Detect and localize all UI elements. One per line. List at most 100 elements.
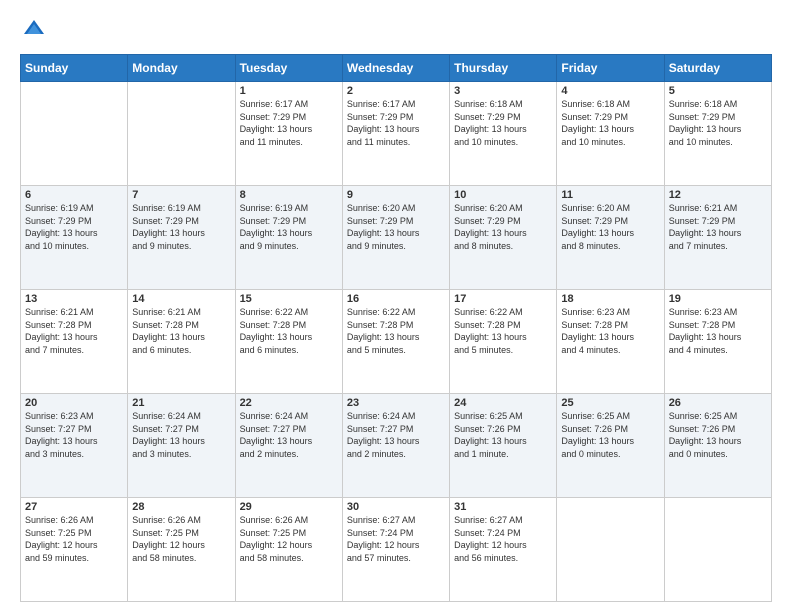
day-info: Sunrise: 6:23 AM Sunset: 7:28 PM Dayligh…: [669, 306, 767, 356]
day-info: Sunrise: 6:21 AM Sunset: 7:28 PM Dayligh…: [25, 306, 123, 356]
calendar-cell: 5Sunrise: 6:18 AM Sunset: 7:29 PM Daylig…: [664, 82, 771, 186]
logo-icon: [20, 16, 48, 44]
day-number: 18: [561, 293, 659, 305]
day-info: Sunrise: 6:22 AM Sunset: 7:28 PM Dayligh…: [454, 306, 552, 356]
day-number: 8: [240, 189, 338, 201]
day-number: 14: [132, 293, 230, 305]
day-info: Sunrise: 6:27 AM Sunset: 7:24 PM Dayligh…: [347, 514, 445, 564]
day-number: 29: [240, 501, 338, 513]
day-number: 7: [132, 189, 230, 201]
day-number: 3: [454, 85, 552, 97]
day-info: Sunrise: 6:19 AM Sunset: 7:29 PM Dayligh…: [240, 202, 338, 252]
calendar-cell: 29Sunrise: 6:26 AM Sunset: 7:25 PM Dayli…: [235, 498, 342, 602]
week-row-4: 20Sunrise: 6:23 AM Sunset: 7:27 PM Dayli…: [21, 394, 772, 498]
day-number: 17: [454, 293, 552, 305]
week-row-3: 13Sunrise: 6:21 AM Sunset: 7:28 PM Dayli…: [21, 290, 772, 394]
calendar-cell: 22Sunrise: 6:24 AM Sunset: 7:27 PM Dayli…: [235, 394, 342, 498]
day-number: 15: [240, 293, 338, 305]
calendar-cell: 4Sunrise: 6:18 AM Sunset: 7:29 PM Daylig…: [557, 82, 664, 186]
day-number: 9: [347, 189, 445, 201]
day-info: Sunrise: 6:22 AM Sunset: 7:28 PM Dayligh…: [240, 306, 338, 356]
week-row-2: 6 Sunrise: 6:19 AM Sunset: 7:29 PM Daylig…: [21, 186, 772, 290]
calendar-cell: 7Sunrise: 6:19 AM Sunset: 7:29 PM Daylig…: [128, 186, 235, 290]
week-row-1: 1Sunrise: 6:17 AM Sunset: 7:29 PM Daylig…: [21, 82, 772, 186]
day-number: 5: [669, 85, 767, 97]
day-number: 4: [561, 85, 659, 97]
day-info: Sunrise: 6:24 AM Sunset: 7:27 PM Dayligh…: [132, 410, 230, 460]
calendar-cell: 21Sunrise: 6:24 AM Sunset: 7:27 PM Dayli…: [128, 394, 235, 498]
calendar-cell: 8Sunrise: 6:19 AM Sunset: 7:29 PM Daylig…: [235, 186, 342, 290]
day-info: Sunrise: 6:22 AM Sunset: 7:28 PM Dayligh…: [347, 306, 445, 356]
calendar-cell: 17Sunrise: 6:22 AM Sunset: 7:28 PM Dayli…: [450, 290, 557, 394]
day-info: Sunrise: 6:17 AM Sunset: 7:29 PM Dayligh…: [240, 98, 338, 148]
calendar-cell: 9Sunrise: 6:20 AM Sunset: 7:29 PM Daylig…: [342, 186, 449, 290]
calendar-cell: 20Sunrise: 6:23 AM Sunset: 7:27 PM Dayli…: [21, 394, 128, 498]
day-info: Sunrise: 6:26 AM Sunset: 7:25 PM Dayligh…: [25, 514, 123, 564]
day-info: Sunrise: 6:26 AM Sunset: 7:25 PM Dayligh…: [240, 514, 338, 564]
day-info: Sunrise: 6:19 AM Sunset: 7:29 PM Dayligh…: [132, 202, 230, 252]
weekday-header-row: SundayMondayTuesdayWednesdayThursdayFrid…: [21, 55, 772, 82]
day-number: 19: [669, 293, 767, 305]
calendar-cell: 16Sunrise: 6:22 AM Sunset: 7:28 PM Dayli…: [342, 290, 449, 394]
calendar-cell: 1Sunrise: 6:17 AM Sunset: 7:29 PM Daylig…: [235, 82, 342, 186]
day-info: Sunrise: 6:18 AM Sunset: 7:29 PM Dayligh…: [454, 98, 552, 148]
calendar-cell: 26Sunrise: 6:25 AM Sunset: 7:26 PM Dayli…: [664, 394, 771, 498]
day-info: Sunrise: 6:26 AM Sunset: 7:25 PM Dayligh…: [132, 514, 230, 564]
day-number: 2: [347, 85, 445, 97]
calendar-cell: 24Sunrise: 6:25 AM Sunset: 7:26 PM Dayli…: [450, 394, 557, 498]
day-info: Sunrise: 6:20 AM Sunset: 7:29 PM Dayligh…: [347, 202, 445, 252]
calendar-cell: [664, 498, 771, 602]
day-info: Sunrise: 6:23 AM Sunset: 7:28 PM Dayligh…: [561, 306, 659, 356]
day-number: 21: [132, 397, 230, 409]
day-number: 25: [561, 397, 659, 409]
header: [20, 16, 772, 44]
day-number: 13: [25, 293, 123, 305]
day-info: Sunrise: 6:21 AM Sunset: 7:28 PM Dayligh…: [132, 306, 230, 356]
day-info: Sunrise: 6:20 AM Sunset: 7:29 PM Dayligh…: [561, 202, 659, 252]
calendar-cell: 25Sunrise: 6:25 AM Sunset: 7:26 PM Dayli…: [557, 394, 664, 498]
day-info: Sunrise: 6:18 AM Sunset: 7:29 PM Dayligh…: [561, 98, 659, 148]
day-info: Sunrise: 6:25 AM Sunset: 7:26 PM Dayligh…: [669, 410, 767, 460]
day-number: 30: [347, 501, 445, 513]
calendar-cell: 23Sunrise: 6:24 AM Sunset: 7:27 PM Dayli…: [342, 394, 449, 498]
day-info: Sunrise: 6:17 AM Sunset: 7:29 PM Dayligh…: [347, 98, 445, 148]
day-info: Sunrise: 6:21 AM Sunset: 7:29 PM Dayligh…: [669, 202, 767, 252]
day-number: 20: [25, 397, 123, 409]
calendar-cell: 14Sunrise: 6:21 AM Sunset: 7:28 PM Dayli…: [128, 290, 235, 394]
day-info: Sunrise: 6:24 AM Sunset: 7:27 PM Dayligh…: [240, 410, 338, 460]
week-row-5: 27Sunrise: 6:26 AM Sunset: 7:25 PM Dayli…: [21, 498, 772, 602]
weekday-header-sunday: Sunday: [21, 55, 128, 82]
day-info: Sunrise: 6:27 AM Sunset: 7:24 PM Dayligh…: [454, 514, 552, 564]
day-number: 23: [347, 397, 445, 409]
page: SundayMondayTuesdayWednesdayThursdayFrid…: [0, 0, 792, 612]
day-number: 6: [25, 189, 123, 201]
calendar-cell: 27Sunrise: 6:26 AM Sunset: 7:25 PM Dayli…: [21, 498, 128, 602]
calendar-cell: 31Sunrise: 6:27 AM Sunset: 7:24 PM Dayli…: [450, 498, 557, 602]
calendar-cell: [128, 82, 235, 186]
calendar-cell: 10Sunrise: 6:20 AM Sunset: 7:29 PM Dayli…: [450, 186, 557, 290]
calendar-cell: 18Sunrise: 6:23 AM Sunset: 7:28 PM Dayli…: [557, 290, 664, 394]
calendar-cell: 6Sunrise: 6:19 AM Sunset: 7:29 PM Daylig…: [21, 186, 128, 290]
day-number: 11: [561, 189, 659, 201]
weekday-header-thursday: Thursday: [450, 55, 557, 82]
logo: [20, 16, 52, 44]
calendar-cell: [21, 82, 128, 186]
calendar-cell: 11Sunrise: 6:20 AM Sunset: 7:29 PM Dayli…: [557, 186, 664, 290]
calendar-cell: 30Sunrise: 6:27 AM Sunset: 7:24 PM Dayli…: [342, 498, 449, 602]
calendar-cell: 13Sunrise: 6:21 AM Sunset: 7:28 PM Dayli…: [21, 290, 128, 394]
day-info: Sunrise: 6:23 AM Sunset: 7:27 PM Dayligh…: [25, 410, 123, 460]
day-number: 31: [454, 501, 552, 513]
weekday-header-friday: Friday: [557, 55, 664, 82]
calendar-cell: 15Sunrise: 6:22 AM Sunset: 7:28 PM Dayli…: [235, 290, 342, 394]
day-number: 10: [454, 189, 552, 201]
calendar-cell: 12Sunrise: 6:21 AM Sunset: 7:29 PM Dayli…: [664, 186, 771, 290]
day-number: 1: [240, 85, 338, 97]
day-number: 24: [454, 397, 552, 409]
calendar-table: SundayMondayTuesdayWednesdayThursdayFrid…: [20, 54, 772, 602]
calendar-cell: 19Sunrise: 6:23 AM Sunset: 7:28 PM Dayli…: [664, 290, 771, 394]
day-number: 12: [669, 189, 767, 201]
calendar-cell: 28Sunrise: 6:26 AM Sunset: 7:25 PM Dayli…: [128, 498, 235, 602]
day-number: 16: [347, 293, 445, 305]
weekday-header-monday: Monday: [128, 55, 235, 82]
calendar-cell: 3Sunrise: 6:18 AM Sunset: 7:29 PM Daylig…: [450, 82, 557, 186]
